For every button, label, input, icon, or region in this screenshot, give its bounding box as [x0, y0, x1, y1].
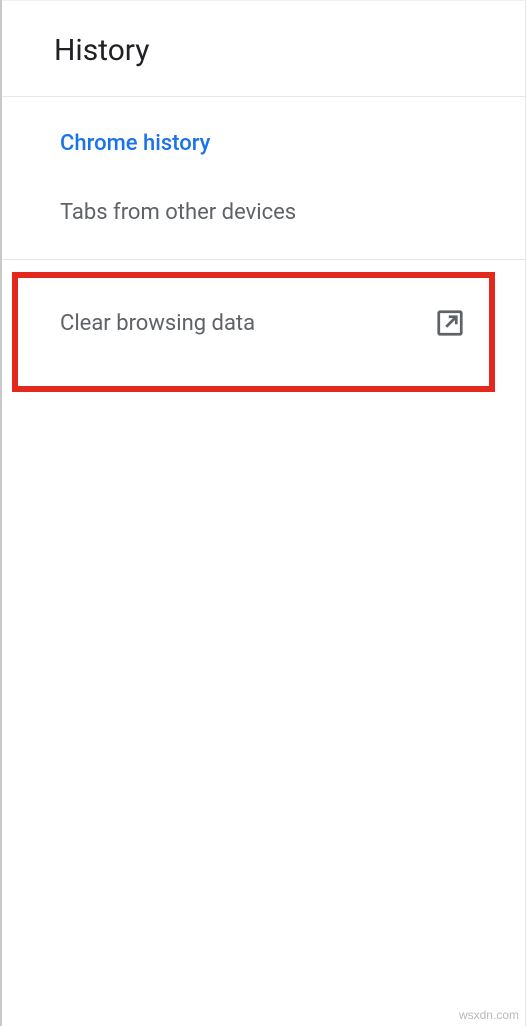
history-sidebar-panel: History Chrome history Tabs from other d…	[0, 0, 526, 1026]
sidebar-item-label: Chrome history	[60, 131, 210, 156]
sidebar-item-chrome-history[interactable]: Chrome history	[2, 97, 525, 178]
launch-icon	[435, 308, 465, 338]
watermark-text: wsxdn.com	[459, 1008, 519, 1022]
clear-browsing-data-button[interactable]: Clear browsing data	[2, 260, 525, 368]
sidebar-item-tabs-other-devices[interactable]: Tabs from other devices	[2, 178, 525, 259]
clear-data-section: Clear browsing data	[2, 260, 525, 368]
history-menu-section: Chrome history Tabs from other devices	[2, 97, 525, 260]
panel-header: History	[2, 0, 525, 97]
sidebar-item-label: Tabs from other devices	[60, 200, 296, 225]
clear-browsing-data-label: Clear browsing data	[60, 311, 255, 336]
page-title: History	[54, 33, 525, 68]
